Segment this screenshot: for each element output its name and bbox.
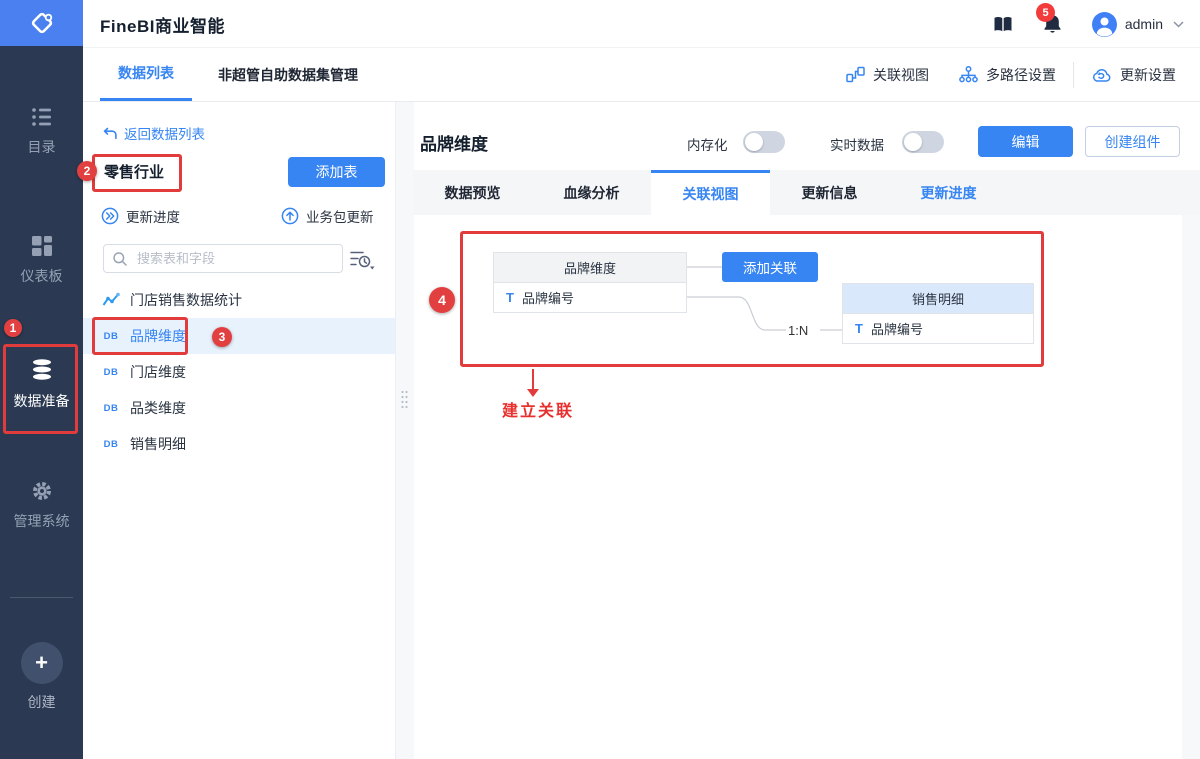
table-row-label: 品类维度 — [130, 400, 186, 416]
vertical-scrollbar[interactable] — [1182, 215, 1200, 759]
tab-update-progress[interactable]: 更新进度 — [889, 170, 1008, 215]
panel-tabs-underline — [83, 101, 1200, 102]
page-title: 品牌维度 — [420, 135, 488, 154]
memory-toggle[interactable] — [743, 131, 785, 153]
help-book-icon[interactable] — [993, 16, 1013, 33]
sidebar-item-catalog[interactable]: 目录 — [0, 106, 83, 157]
sidebar-item-data-preparation[interactable]: 数据准备 — [0, 358, 83, 411]
gear-icon — [32, 482, 51, 500]
table-card-brand-dimension[interactable]: 品牌维度 T 品牌编号 — [493, 252, 687, 313]
package-name: 零售行业 — [104, 164, 165, 181]
sidebar-item-admin-system[interactable]: 管理系统 — [0, 480, 83, 531]
user-avatar[interactable]: admin — [1091, 11, 1163, 37]
db-table-icon: DB — [103, 366, 119, 378]
db-table-icon: DB — [103, 438, 119, 450]
cloud-refresh-icon — [1093, 69, 1111, 82]
user-name: admin — [1124, 16, 1163, 32]
relation-view-icon — [846, 66, 865, 83]
table-row-store-sales-stats[interactable]: 门店销售数据统计 — [83, 282, 395, 318]
back-to-data-list-link[interactable]: 返回数据列表 — [103, 123, 205, 143]
field-name: 品牌编号 — [870, 322, 923, 337]
field-name: 品牌编号 — [521, 291, 574, 306]
create-component-button[interactable]: 创建组件 — [1085, 126, 1180, 157]
db-table-icon: DB — [103, 402, 119, 414]
database-icon — [32, 359, 51, 380]
plus-icon: + — [20, 642, 63, 684]
header-actions: admin — [963, 0, 1184, 48]
tab-lineage-analysis[interactable]: 血缘分析 — [532, 170, 651, 215]
toolbar-multipath-settings[interactable]: 多路径设置 — [959, 48, 1056, 101]
toolbar-update-settings-label: 更新设置 — [1120, 66, 1176, 83]
table-row-label: 门店销售数据统计 — [130, 292, 242, 308]
package-update-link[interactable]: 业务包更新 — [281, 206, 374, 226]
realtime-toggle[interactable] — [902, 131, 944, 153]
package-update-label: 业务包更新 — [306, 210, 374, 225]
table-row-sales-detail[interactable]: DB 销售明细 — [83, 426, 395, 462]
dashboard-grid-icon — [31, 236, 52, 256]
progress-circle-icon — [101, 207, 119, 225]
add-table-button[interactable]: 添加表 — [288, 157, 385, 187]
search-input[interactable] — [135, 250, 334, 267]
sidebar-item-label: 数据准备 — [13, 393, 70, 409]
tab-dataset-management[interactable]: 非超管自助数据集管理 — [200, 48, 376, 101]
edit-button[interactable]: 编辑 — [978, 126, 1073, 157]
chart-line-icon — [102, 292, 120, 306]
back-link-label: 返回数据列表 — [124, 127, 205, 142]
upload-circle-icon — [281, 207, 299, 225]
field-row-brand-code[interactable]: T 品牌编号 — [494, 283, 686, 312]
notification-badge: 5 — [1036, 3, 1055, 22]
sidebar-item-label: 管理系统 — [13, 513, 70, 529]
table-row-store-dimension[interactable]: DB 门店维度 — [83, 354, 395, 390]
search-icon — [113, 251, 127, 266]
table-row-label: 销售明细 — [130, 436, 186, 452]
add-relation-button[interactable]: 添加关联 — [722, 252, 818, 282]
table-row-label: 品牌维度 — [130, 328, 186, 344]
tab-data-list[interactable]: 数据列表 — [100, 48, 192, 101]
text-field-type-icon: T — [855, 321, 863, 336]
app-title: FineBI商业智能 — [100, 17, 225, 36]
table-card-title: 销售明细 — [843, 284, 1033, 314]
toolbar-relation-view[interactable]: 关联视图 — [846, 48, 929, 101]
panel-tabs: 数据列表 非超管自助数据集管理 — [100, 48, 376, 101]
tab-update-info[interactable]: 更新信息 — [770, 170, 889, 215]
catalog-list-icon — [31, 108, 51, 126]
realtime-toggle-label: 实时数据 — [830, 138, 884, 153]
sidebar-divider — [10, 597, 73, 598]
sidebar-item-label: 仪表板 — [20, 268, 63, 284]
finebi-app: FineBI商业智能 admin 5 目录 仪表板 数据准备 管理系统 + 创建… — [0, 0, 1200, 759]
finebi-logo[interactable] — [0, 0, 83, 46]
text-field-type-icon: T — [506, 290, 514, 305]
multipath-tree-icon — [959, 65, 978, 82]
table-row-brand-dimension[interactable]: DB 品牌维度 — [83, 318, 395, 354]
db-table-icon: DB — [103, 330, 119, 342]
field-row-brand-code[interactable]: T 品牌编号 — [843, 314, 1033, 343]
toolbar-divider — [1073, 62, 1074, 88]
cardinality-label[interactable]: 1:N — [788, 323, 808, 338]
drag-handle-icon — [401, 390, 408, 409]
toolbar-multipath-label: 多路径设置 — [986, 66, 1056, 83]
create-label: 创建 — [27, 694, 56, 710]
table-row-category-dimension[interactable]: DB 品类维度 — [83, 390, 395, 426]
toolbar-update-settings[interactable]: 更新设置 — [1091, 48, 1176, 101]
back-arrow-icon — [103, 127, 117, 139]
sidebar-create-button[interactable]: + 创建 — [0, 642, 83, 712]
logo-icon — [31, 12, 52, 34]
sidebar-item-label: 目录 — [27, 139, 56, 155]
panel-resize-gutter[interactable] — [395, 102, 414, 759]
detail-tabbar: 数据预览 血缘分析 关联视图 更新信息 更新进度 — [413, 170, 1200, 215]
update-progress-label: 更新进度 — [126, 210, 180, 225]
search-history-filter-icon[interactable] — [349, 248, 376, 274]
chevron-down-icon[interactable] — [1173, 20, 1184, 28]
table-card-sales-detail[interactable]: 销售明细 T 品牌编号 — [842, 283, 1034, 344]
memory-toggle-label: 内存化 — [687, 138, 728, 153]
table-row-label: 门店维度 — [130, 364, 186, 380]
tab-relation-view[interactable]: 关联视图 — [651, 170, 770, 215]
toolbar-relation-view-label: 关联视图 — [873, 66, 929, 83]
table-card-title: 品牌维度 — [494, 253, 686, 283]
update-progress-link[interactable]: 更新进度 — [101, 206, 180, 226]
search-box — [103, 244, 343, 273]
tab-data-preview[interactable]: 数据预览 — [413, 170, 532, 215]
sidebar-item-dashboard[interactable]: 仪表板 — [0, 235, 83, 286]
